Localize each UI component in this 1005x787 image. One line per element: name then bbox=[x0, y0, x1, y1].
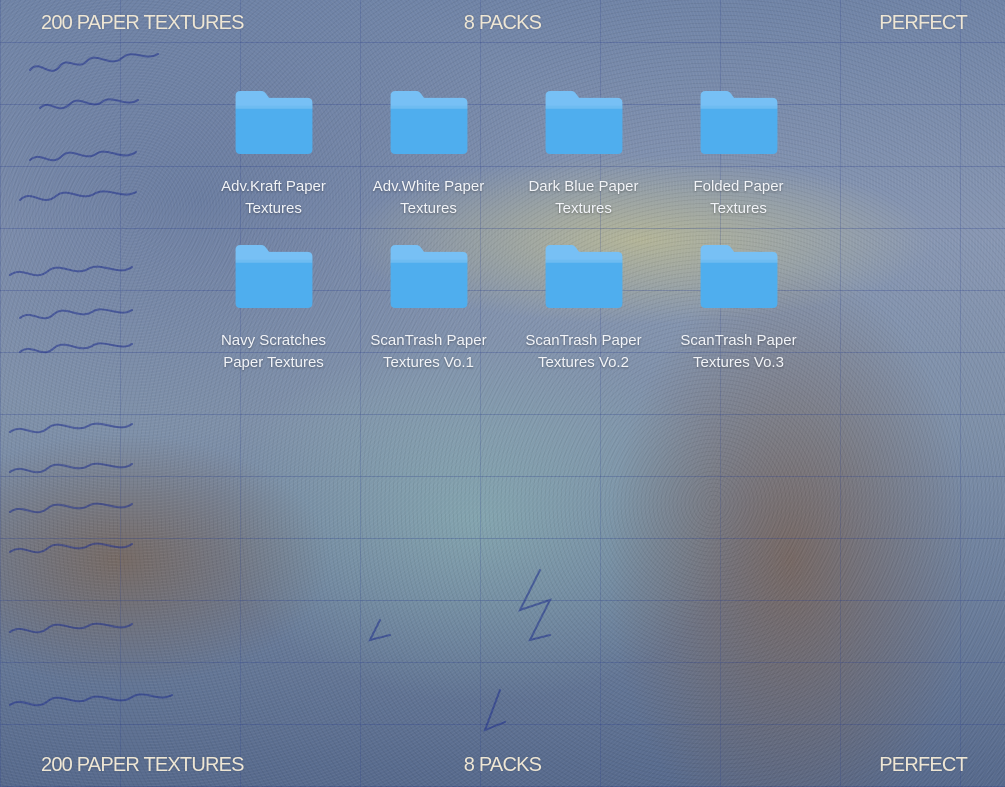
folder-label: ScanTrash Paper Textures Vo.2 bbox=[509, 330, 659, 374]
folder-label-line2: Textures Vo.2 bbox=[538, 354, 629, 371]
folder-label: ScanTrash Paper Textures Vo.1 bbox=[354, 330, 504, 374]
folder-item[interactable]: Navy Scratches Paper Textures bbox=[196, 242, 351, 374]
folder-icon[interactable] bbox=[233, 242, 315, 309]
folder-label-line1: Folded Paper bbox=[693, 178, 784, 195]
folder-label: Adv.White Paper Textures bbox=[354, 176, 504, 220]
folder-label-line2: Textures bbox=[555, 200, 612, 217]
folder-item[interactable]: Folded Paper Textures bbox=[661, 88, 816, 220]
folder-label: Adv.Kraft Paper Textures bbox=[199, 176, 349, 220]
folder-label-line2: Textures bbox=[245, 200, 302, 217]
folder-label: Navy Scratches Paper Textures bbox=[199, 330, 349, 374]
folder-item[interactable]: Adv.Kraft Paper Textures bbox=[196, 88, 351, 220]
folder-label-line2: Textures Vo.1 bbox=[383, 354, 474, 371]
bottom-banner: 200 PAPER TEXTURES 8 PACKS PERFECT bbox=[0, 754, 1005, 782]
folder-item[interactable]: ScanTrash Paper Textures Vo.3 bbox=[661, 242, 816, 374]
folder-item[interactable]: ScanTrash Paper Textures Vo.2 bbox=[506, 242, 661, 374]
folder-item[interactable]: ScanTrash Paper Textures Vo.1 bbox=[351, 242, 506, 374]
folder-label-line1: Navy Scratches bbox=[220, 332, 327, 349]
folder-label-line1: ScanTrash Paper bbox=[680, 332, 797, 349]
folder-label-line1: ScanTrash Paper bbox=[525, 332, 642, 349]
folder-label-line2: Textures bbox=[400, 200, 457, 217]
folder-icon[interactable] bbox=[233, 88, 315, 155]
folder-label-line2: Textures Vo.3 bbox=[693, 354, 784, 371]
folder-icon[interactable] bbox=[388, 88, 470, 155]
bottom-right-caption: PERFECT bbox=[879, 754, 968, 776]
top-banner: 200 PAPER TEXTURES 8 PACKS PERFECT bbox=[0, 12, 1005, 40]
folder-label: Dark Blue Paper Textures bbox=[509, 176, 659, 220]
folder-label-line1: Adv.Kraft Paper bbox=[221, 178, 326, 195]
folder-icon[interactable] bbox=[543, 242, 625, 309]
top-right-caption: PERFECT bbox=[879, 12, 968, 34]
folder-label-line1: Adv.White Paper bbox=[372, 178, 485, 195]
folder-label-line1: Dark Blue Paper bbox=[528, 178, 639, 195]
folder-icon[interactable] bbox=[698, 242, 780, 309]
folder-icon[interactable] bbox=[698, 88, 780, 155]
folder-grid: Adv.Kraft Paper Textures Adv.White Paper Te… bbox=[196, 88, 816, 374]
folder-item[interactable]: Adv.White Paper Textures bbox=[351, 88, 506, 220]
folder-item[interactable]: Dark Blue Paper Textures bbox=[506, 88, 661, 220]
top-center-caption: 8 PACKS bbox=[463, 12, 542, 34]
folder-label-line2: Paper Textures bbox=[223, 354, 324, 371]
folder-icon[interactable] bbox=[543, 88, 625, 155]
folder-label-line2: Textures bbox=[710, 200, 767, 217]
folder-label: Folded Paper Textures bbox=[664, 176, 814, 220]
bottom-center-caption: 8 PACKS bbox=[463, 754, 542, 776]
folder-label-line1: ScanTrash Paper bbox=[370, 332, 487, 349]
folder-label: ScanTrash Paper Textures Vo.3 bbox=[664, 330, 814, 374]
folder-icon[interactable] bbox=[388, 242, 470, 309]
